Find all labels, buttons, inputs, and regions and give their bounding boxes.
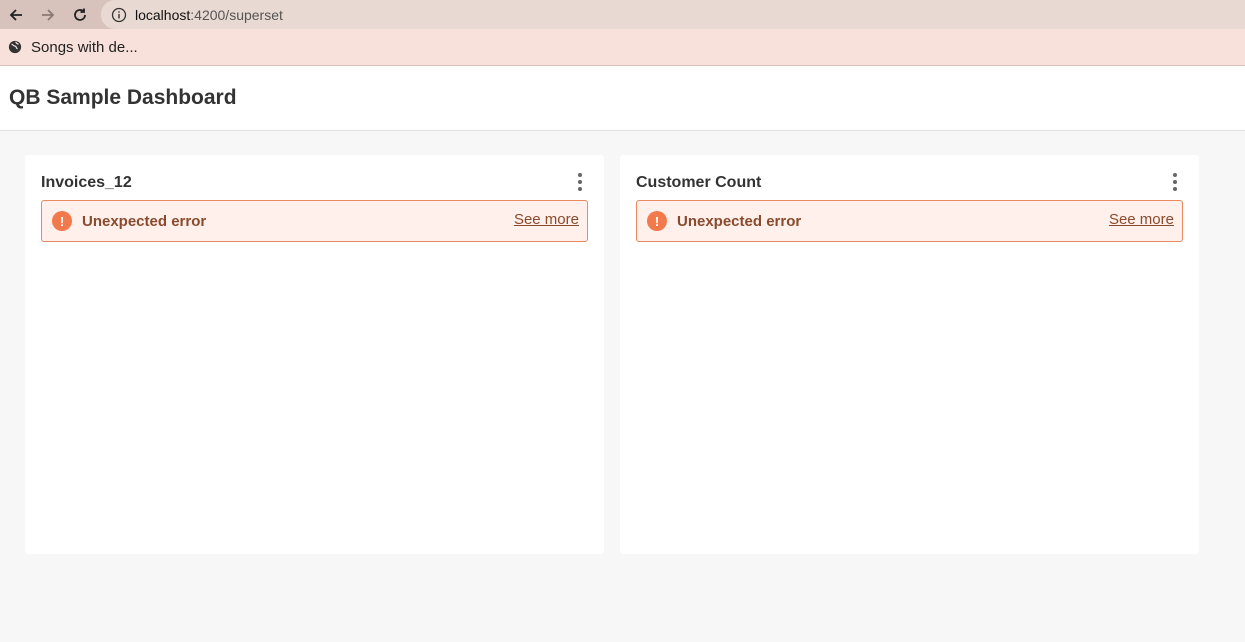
exclamation-icon: !: [647, 211, 667, 231]
url-text[interactable]: localhost:4200/superset: [135, 7, 283, 23]
kebab-menu-icon[interactable]: [572, 173, 588, 191]
browser-toolbar: localhost:4200/superset: [0, 0, 1245, 29]
reload-button[interactable]: [64, 0, 96, 29]
reload-icon: [74, 8, 86, 21]
chart-title: Invoices_12: [41, 174, 132, 191]
dashboard-header: QB Sample Dashboard: [0, 66, 1245, 131]
see-more-link[interactable]: See more: [1109, 211, 1174, 228]
error-message: Unexpected error: [677, 212, 802, 230]
exclamation-icon: !: [52, 211, 72, 231]
info-icon[interactable]: [111, 7, 127, 23]
error-alert: ! Unexpected error See more: [636, 200, 1183, 242]
bookmarks-bar: Songs with de...: [0, 29, 1245, 66]
arrow-left-icon: [9, 8, 22, 21]
url-path: :4200/superset: [190, 6, 283, 23]
bookmark-label: Songs with de...: [31, 38, 138, 56]
forward-button[interactable]: [32, 0, 64, 29]
chart-card-invoices: Invoices_12 ! Unexpected error See more: [25, 155, 604, 554]
page-title: QB Sample Dashboard: [9, 86, 237, 109]
chart-title: Customer Count: [636, 174, 762, 191]
error-alert: ! Unexpected error See more: [41, 200, 588, 242]
see-more-link[interactable]: See more: [514, 211, 579, 228]
address-bar[interactable]: localhost:4200/superset: [101, 0, 1245, 29]
kebab-menu-icon[interactable]: [1167, 173, 1183, 191]
arrow-right-icon: [42, 8, 55, 21]
url-host: localhost: [135, 6, 191, 23]
globe-icon: [8, 40, 22, 54]
error-message: Unexpected error: [82, 212, 207, 230]
bookmark-item[interactable]: Songs with de...: [8, 39, 138, 56]
back-button[interactable]: [0, 0, 32, 29]
chart-card-customer-count: Customer Count ! Unexpected error See mo…: [620, 155, 1199, 554]
